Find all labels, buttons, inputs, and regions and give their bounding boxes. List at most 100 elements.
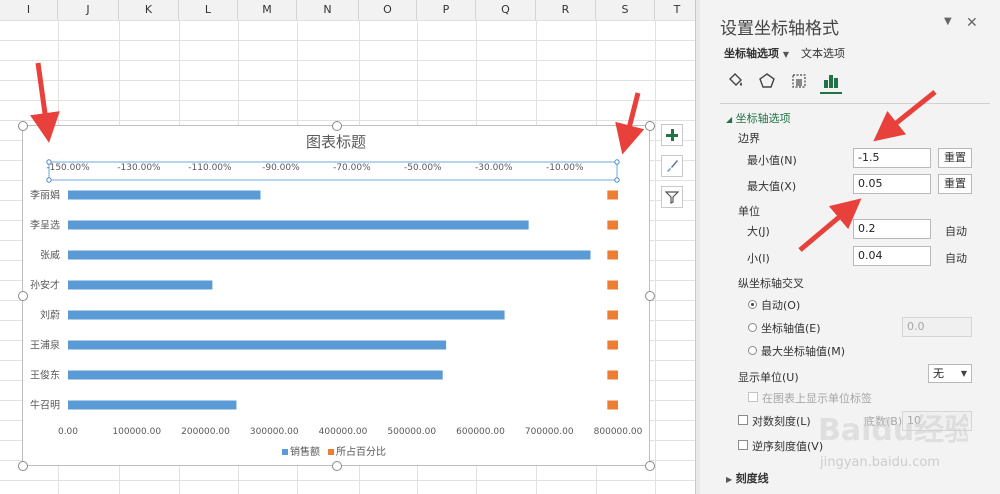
column-header[interactable]: R <box>536 0 596 20</box>
size-properties-icon[interactable] <box>788 70 810 92</box>
percent-bar[interactable] <box>607 190 618 200</box>
sales-bar[interactable] <box>68 340 447 350</box>
sales-bar[interactable] <box>68 190 261 200</box>
sales-bar[interactable] <box>68 370 443 380</box>
percent-bar[interactable] <box>607 310 618 320</box>
axis-selection-handle[interactable] <box>46 159 52 165</box>
chevron-down-icon: ▼ <box>782 50 789 59</box>
bottom-tick-label: 200000.00 <box>181 427 230 437</box>
reverse-order-label[interactable]: 逆序刻度值(V) <box>752 438 823 454</box>
axis-options-icon[interactable] <box>820 70 842 94</box>
reset-min-button[interactable]: 重置 <box>938 148 972 168</box>
column-header[interactable]: J <box>58 0 119 20</box>
sales-bar[interactable] <box>68 400 237 410</box>
reset-max-button[interactable]: 重置 <box>938 174 972 194</box>
effects-icon[interactable] <box>756 70 778 92</box>
resize-handle[interactable] <box>18 121 28 131</box>
column-header[interactable]: T <box>655 0 700 20</box>
percent-bar[interactable] <box>607 250 618 260</box>
percent-bar[interactable] <box>607 280 618 290</box>
resize-handle[interactable] <box>332 121 342 131</box>
cross-axis-value-input[interactable]: 0.0 <box>902 317 972 337</box>
reverse-order-checkbox[interactable] <box>738 440 748 450</box>
bounds-heading: 边界 <box>738 132 760 145</box>
chart-title[interactable]: 图表标题 <box>306 133 366 151</box>
section-axis-options[interactable]: ◢ 坐标轴选项 <box>726 110 791 126</box>
major-unit-input[interactable]: 0.2 <box>853 219 931 239</box>
resize-handle[interactable] <box>18 291 28 301</box>
column-header[interactable]: I <box>0 0 58 20</box>
minor-unit-auto[interactable]: 自动 <box>945 250 967 266</box>
major-unit-auto[interactable]: 自动 <box>945 223 967 239</box>
max-bound-input[interactable]: 0.05 <box>853 174 931 194</box>
sales-bar[interactable] <box>68 220 529 230</box>
cross-auto-label[interactable]: 自动(O) <box>761 297 800 313</box>
category-label: 牛召明 <box>30 399 60 412</box>
column-header[interactable]: P <box>417 0 476 20</box>
resize-handle[interactable] <box>332 461 342 471</box>
sales-bar[interactable] <box>68 310 505 320</box>
tab-axis-options[interactable]: 坐标轴选项 ▼ <box>724 45 789 61</box>
bottom-axis[interactable]: 0.00 100000.00 200000.00 300000.00 400000.00… <box>58 427 643 437</box>
category-label: 李呈选 <box>30 219 60 232</box>
category-axis[interactable]: 李丽娟李呈选张威孙安才刘蔚王浦泉王俊东牛召明 <box>30 189 60 412</box>
chart-elements-button[interactable] <box>661 124 683 146</box>
resize-handle[interactable] <box>18 461 28 471</box>
sales-bar[interactable] <box>68 280 213 290</box>
divider <box>720 103 990 104</box>
column-headers: I J K L M N O P Q R S T <box>0 0 700 21</box>
top-tick-label: -10.00% <box>546 163 584 173</box>
bar-chart[interactable]: 图表标题 -150.00% -130.00% -110.00% -90.00% -70.… <box>18 121 655 471</box>
axis-selection-handle[interactable] <box>614 159 620 165</box>
min-bound-input[interactable]: -1.5 <box>853 148 931 168</box>
section-tick-marks[interactable]: ▶ 刻度线 <box>726 470 769 486</box>
pane-menu-icon[interactable]: ▼ <box>944 16 952 27</box>
axis-selection-handle[interactable] <box>614 177 620 183</box>
chart-filters-button[interactable] <box>661 186 683 208</box>
minor-unit-input[interactable]: 0.04 <box>853 246 931 266</box>
plot-area[interactable] <box>68 190 618 410</box>
log-scale-label[interactable]: 对数刻度(L) <box>752 413 811 429</box>
sales-bar[interactable] <box>68 250 591 260</box>
percent-bar[interactable] <box>607 340 618 350</box>
bottom-tick-label: 800000.00 <box>594 427 643 437</box>
watermark-url: jingyan.baidu.com <box>819 455 940 470</box>
legend[interactable]: 销售额 所占百分比 <box>282 445 386 458</box>
axis-selection-handle[interactable] <box>46 177 52 183</box>
max-label: 最大值(X) <box>747 180 797 193</box>
cross-axis-value-label[interactable]: 坐标轴值(E) <box>761 320 821 336</box>
percent-bar[interactable] <box>607 220 618 230</box>
close-icon[interactable]: ✕ <box>966 15 978 31</box>
cross-max-radio[interactable] <box>748 346 757 355</box>
resize-handle[interactable] <box>645 291 655 301</box>
resize-handle[interactable] <box>645 121 655 131</box>
major-unit-label: 大(J) <box>747 225 770 238</box>
column-header[interactable]: M <box>238 0 297 20</box>
top-tick-label: -150.00% <box>46 163 90 173</box>
legend-swatch-sales <box>282 449 288 455</box>
column-header[interactable]: K <box>119 0 179 20</box>
cross-max-label[interactable]: 最大坐标轴值(M) <box>761 343 845 359</box>
log-scale-checkbox[interactable] <box>738 415 748 425</box>
percent-bar[interactable] <box>607 370 618 380</box>
column-header[interactable]: S <box>596 0 655 20</box>
top-tick-label: -70.00% <box>333 163 371 173</box>
tab-text-options[interactable]: 文本选项 <box>801 45 845 61</box>
chart-styles-button[interactable] <box>661 155 683 177</box>
collapse-triangle-icon: ▶ <box>726 475 733 484</box>
column-header[interactable]: N <box>297 0 359 20</box>
percent-bar[interactable] <box>607 400 618 410</box>
bottom-tick-label: 500000.00 <box>387 427 436 437</box>
resize-handle[interactable] <box>645 461 655 471</box>
cross-auto-radio[interactable] <box>748 300 757 309</box>
show-units-checkbox[interactable] <box>748 392 758 402</box>
category-label: 刘蔚 <box>40 310 60 322</box>
cross-axis-value-radio[interactable] <box>748 323 757 332</box>
top-axis[interactable]: -150.00% -130.00% -110.00% -90.00% -70.00% -5… <box>46 159 620 183</box>
column-header[interactable]: Q <box>476 0 536 20</box>
column-header[interactable]: O <box>359 0 417 20</box>
column-header[interactable]: L <box>179 0 238 20</box>
fill-line-icon[interactable] <box>724 70 746 92</box>
min-label: 最小值(N) <box>747 154 797 167</box>
display-units-select[interactable]: 无 ▼ <box>928 364 972 383</box>
